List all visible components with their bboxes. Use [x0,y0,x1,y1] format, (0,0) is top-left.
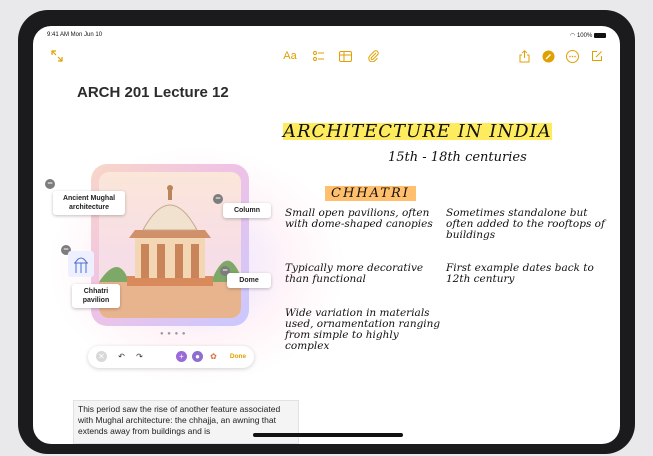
bullet-left-1: Small open pavilions, often with dome-sh… [285,207,433,230]
note-toolbar: Aa [33,48,620,68]
wifi-icon: ◠ [570,33,576,39]
redo-icon[interactable]: ↷ [134,351,145,362]
handwritten-section-title: CHHATRI [325,186,416,201]
home-indicator [253,433,403,437]
bullet-right-1: Sometimes standalone but often added to … [446,207,605,241]
battery-icon [594,32,606,38]
flower-icon[interactable]: ✿ [208,351,219,362]
note-title[interactable]: ARCH 201 Lecture 12 [77,84,229,101]
handwritten-heading: ARCHITECTURE IN INDIA [283,121,552,142]
status-bar: 9:41 AM Mon Jun 10 ◠ 100% [47,32,606,42]
ellipsis-icon[interactable] [564,48,580,64]
handwritten-subheading: 15th - 18th centuries [388,150,527,165]
format-button[interactable]: Aa [281,48,299,64]
note-body-text[interactable]: This period saw the rise of another feat… [73,400,299,444]
remove-callout-mughal-icon[interactable]: − [45,179,55,189]
status-time: 9:41 AM Mon Jun 10 [47,32,103,38]
page-dots: ● ● ● ● [160,331,187,337]
compose-icon[interactable] [589,48,605,64]
collapse-arrows-icon[interactable] [49,48,65,64]
pen-circle-icon[interactable] [540,48,556,64]
checklist-icon[interactable] [311,48,327,64]
status-battery: ◠ 100% [570,32,606,39]
callout-dome[interactable]: Dome [227,273,271,288]
share-icon[interactable] [516,48,532,64]
remove-callout-column-icon[interactable]: − [213,194,223,204]
callout-mughal[interactable]: Ancient Mughal architecture [53,191,125,215]
undo-icon[interactable]: ↶ [116,351,127,362]
battery-percent: 100% [576,33,593,39]
close-icon[interactable]: ✕ [96,351,107,362]
chhatri-thumbnail [68,251,94,277]
bullet-left-2: Typically more decorative than functiona… [285,262,424,285]
bullet-right-2: First example dates back to 12th century [446,262,594,285]
table-icon[interactable] [337,48,353,64]
image-edit-controls: ✕ ↶ ↷ + ● ✿ Done [88,346,254,368]
add-icon[interactable]: + [176,351,187,362]
callout-column[interactable]: Column [223,203,271,218]
done-button[interactable]: Done [226,351,250,362]
paperclip-icon[interactable] [365,48,381,64]
person-icon[interactable]: ● [192,351,203,362]
bullet-left-3: Wide variation in materials used, orname… [285,307,441,352]
notes-screen: 9:41 AM Mon Jun 10 ◠ 100% Aa ARCH 201 Le… [33,26,620,444]
callout-chhatri[interactable]: Chhatri pavilion [72,284,120,308]
